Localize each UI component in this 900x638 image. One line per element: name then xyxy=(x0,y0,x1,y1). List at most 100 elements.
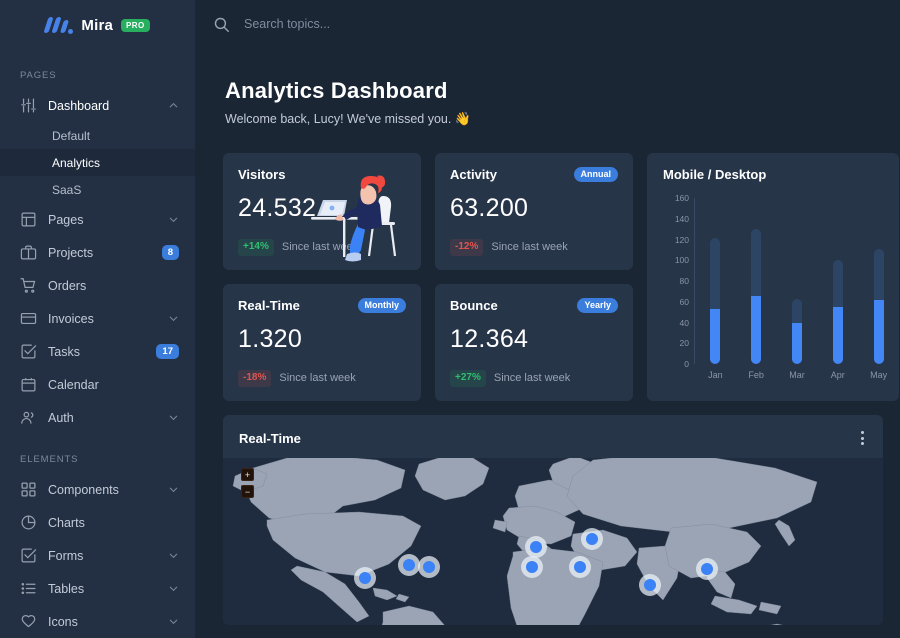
pro-badge: PRO xyxy=(121,19,150,32)
chart-y-axis: 160140120100806040200 xyxy=(663,198,689,364)
page-subtitle: Welcome back, Lucy! We've missed you. 👋 xyxy=(225,111,900,127)
stat-row-bottom: Real-Time Monthly 1.320 -18% Since last … xyxy=(223,284,633,401)
sidebar-item-invoices[interactable]: Invoices xyxy=(0,302,195,335)
sidebar-item-label: Forms xyxy=(48,549,157,563)
chart-x-tick: Mar xyxy=(789,370,805,380)
chart-bar-feb[interactable] xyxy=(751,229,761,364)
check-square-icon xyxy=(20,343,37,360)
layout-icon xyxy=(20,211,37,228)
stat-card-bounce[interactable]: Bounce Yearly 12.364 +27% Since last wee… xyxy=(435,284,633,401)
chevron-down-icon xyxy=(168,583,179,594)
check-square-icon xyxy=(20,547,37,564)
chart-bar-segment-desktop xyxy=(833,260,843,307)
stat-pill[interactable]: Annual xyxy=(574,167,619,182)
dashboard-grid: Visitors 24.532 +14% Since last week xyxy=(195,127,900,401)
map-card-real-time: Real-Time + − xyxy=(223,415,883,625)
sidebar: Mira PRO PAGES Dashboard Default Analyti… xyxy=(0,0,195,638)
sidebar-item-charts[interactable]: Charts xyxy=(0,506,195,539)
stat-value: 1.320 xyxy=(238,325,406,354)
sidebar-item-label: Icons xyxy=(48,615,157,629)
map-marker-midwest-usa[interactable] xyxy=(398,554,420,576)
map-viewport[interactable]: + − xyxy=(223,458,883,625)
sidebar-item-auth[interactable]: Auth xyxy=(0,401,195,434)
map-marker-china[interactable] xyxy=(696,558,718,580)
stat-delta: -12% xyxy=(450,239,483,256)
chart-y-tick: 100 xyxy=(663,255,689,265)
map-title: Real-Time xyxy=(239,431,301,446)
sidebar-subitem-saas[interactable]: SaaS xyxy=(0,176,195,203)
map-zoom-in-button[interactable]: + xyxy=(241,468,254,481)
sidebar-item-label: Tasks xyxy=(48,345,145,359)
chevron-down-icon xyxy=(168,313,179,324)
map-header: Real-Time xyxy=(223,428,883,448)
map-marker-west-usa[interactable] xyxy=(354,567,376,589)
stat-title: Visitors xyxy=(238,167,285,182)
chart-y-tick: 0 xyxy=(663,359,689,369)
map-marker-italy[interactable] xyxy=(569,556,591,578)
map-marker-east-usa[interactable] xyxy=(418,556,440,578)
chart-bar-may[interactable] xyxy=(874,249,884,364)
stat-footer: -18% Since last week xyxy=(238,370,406,387)
chart-plot-area xyxy=(695,198,899,364)
sidebar-item-tables[interactable]: Tables xyxy=(0,572,195,605)
sidebar-item-label: Tables xyxy=(48,582,157,596)
chart-bar-mar[interactable] xyxy=(792,299,802,364)
sidebar-item-components[interactable]: Components xyxy=(0,473,195,506)
chart-bar-segment-mobile xyxy=(751,296,761,364)
stat-pill[interactable]: Monthly xyxy=(358,298,407,313)
map-marker-uk[interactable] xyxy=(525,536,547,558)
search-icon[interactable] xyxy=(213,16,230,33)
brand[interactable]: Mira PRO xyxy=(0,0,195,50)
stat-title: Bounce xyxy=(450,298,498,313)
stat-footer: +27% Since last week xyxy=(450,370,618,387)
grid-icon xyxy=(20,481,37,498)
sidebar-subitem-analytics[interactable]: Analytics xyxy=(0,149,195,176)
chart-bar-jan[interactable] xyxy=(710,238,720,364)
chart-bar-apr[interactable] xyxy=(833,260,843,364)
chevron-down-icon xyxy=(168,616,179,627)
sidebar-item-label: Dashboard xyxy=(48,99,157,113)
person-at-desk-illustration xyxy=(303,170,413,270)
sidebar-item-forms[interactable]: Forms xyxy=(0,539,195,572)
kebab-menu-icon[interactable] xyxy=(858,428,867,448)
stat-card-real-time[interactable]: Real-Time Monthly 1.320 -18% Since last … xyxy=(223,284,421,401)
sidebar-item-icons[interactable]: Icons xyxy=(0,605,195,638)
stat-header: Bounce Yearly xyxy=(450,298,618,313)
users-icon xyxy=(20,409,37,426)
stat-delta: +14% xyxy=(238,239,274,256)
wave-emoji: 👋 xyxy=(455,111,471,126)
sidebar-item-label: Calendar xyxy=(48,378,179,392)
map-marker-spain[interactable] xyxy=(521,556,543,578)
chart-bar-segment-mobile xyxy=(792,323,802,364)
stat-delta: +27% xyxy=(450,370,486,387)
stat-value: 12.364 xyxy=(450,325,618,354)
chart-y-tick: 80 xyxy=(663,276,689,286)
sidebar-item-tasks[interactable]: Tasks 17 xyxy=(0,335,195,368)
topbar xyxy=(195,0,900,48)
sidebar-item-dashboard[interactable]: Dashboard xyxy=(0,89,195,122)
chart-x-tick: Apr xyxy=(831,370,845,380)
chart-title: Mobile / Desktop xyxy=(663,167,899,182)
stat-pill[interactable]: Yearly xyxy=(577,298,618,313)
stat-card-activity[interactable]: Activity Annual 63.200 -12% Since last w… xyxy=(435,153,633,270)
section-label-pages: PAGES xyxy=(0,50,195,89)
sidebar-item-calendar[interactable]: Calendar xyxy=(0,368,195,401)
chart-y-tick: 60 xyxy=(663,297,689,307)
map-marker-india[interactable] xyxy=(639,574,661,596)
stat-card-visitors[interactable]: Visitors 24.532 +14% Since last week xyxy=(223,153,421,270)
map-zoom-out-button[interactable]: − xyxy=(241,485,254,498)
chart-y-tick: 120 xyxy=(663,235,689,245)
sidebar-item-projects[interactable]: Projects 8 xyxy=(0,236,195,269)
stat-note: Since last week xyxy=(279,372,355,384)
map-marker-central-europe[interactable] xyxy=(581,528,603,550)
sidebar-item-label: Invoices xyxy=(48,312,157,326)
sidebar-item-orders[interactable]: Orders xyxy=(0,269,195,302)
stat-footer: -12% Since last week xyxy=(450,239,618,256)
sidebar-subitem-default[interactable]: Default xyxy=(0,122,195,149)
search-input[interactable] xyxy=(244,17,504,31)
stat-value: 63.200 xyxy=(450,194,618,223)
sidebar-item-pages[interactable]: Pages xyxy=(0,203,195,236)
chart-bar-segment-desktop xyxy=(874,249,884,300)
stat-header: Real-Time Monthly xyxy=(238,298,406,313)
section-label-elements: ELEMENTS xyxy=(0,434,195,473)
